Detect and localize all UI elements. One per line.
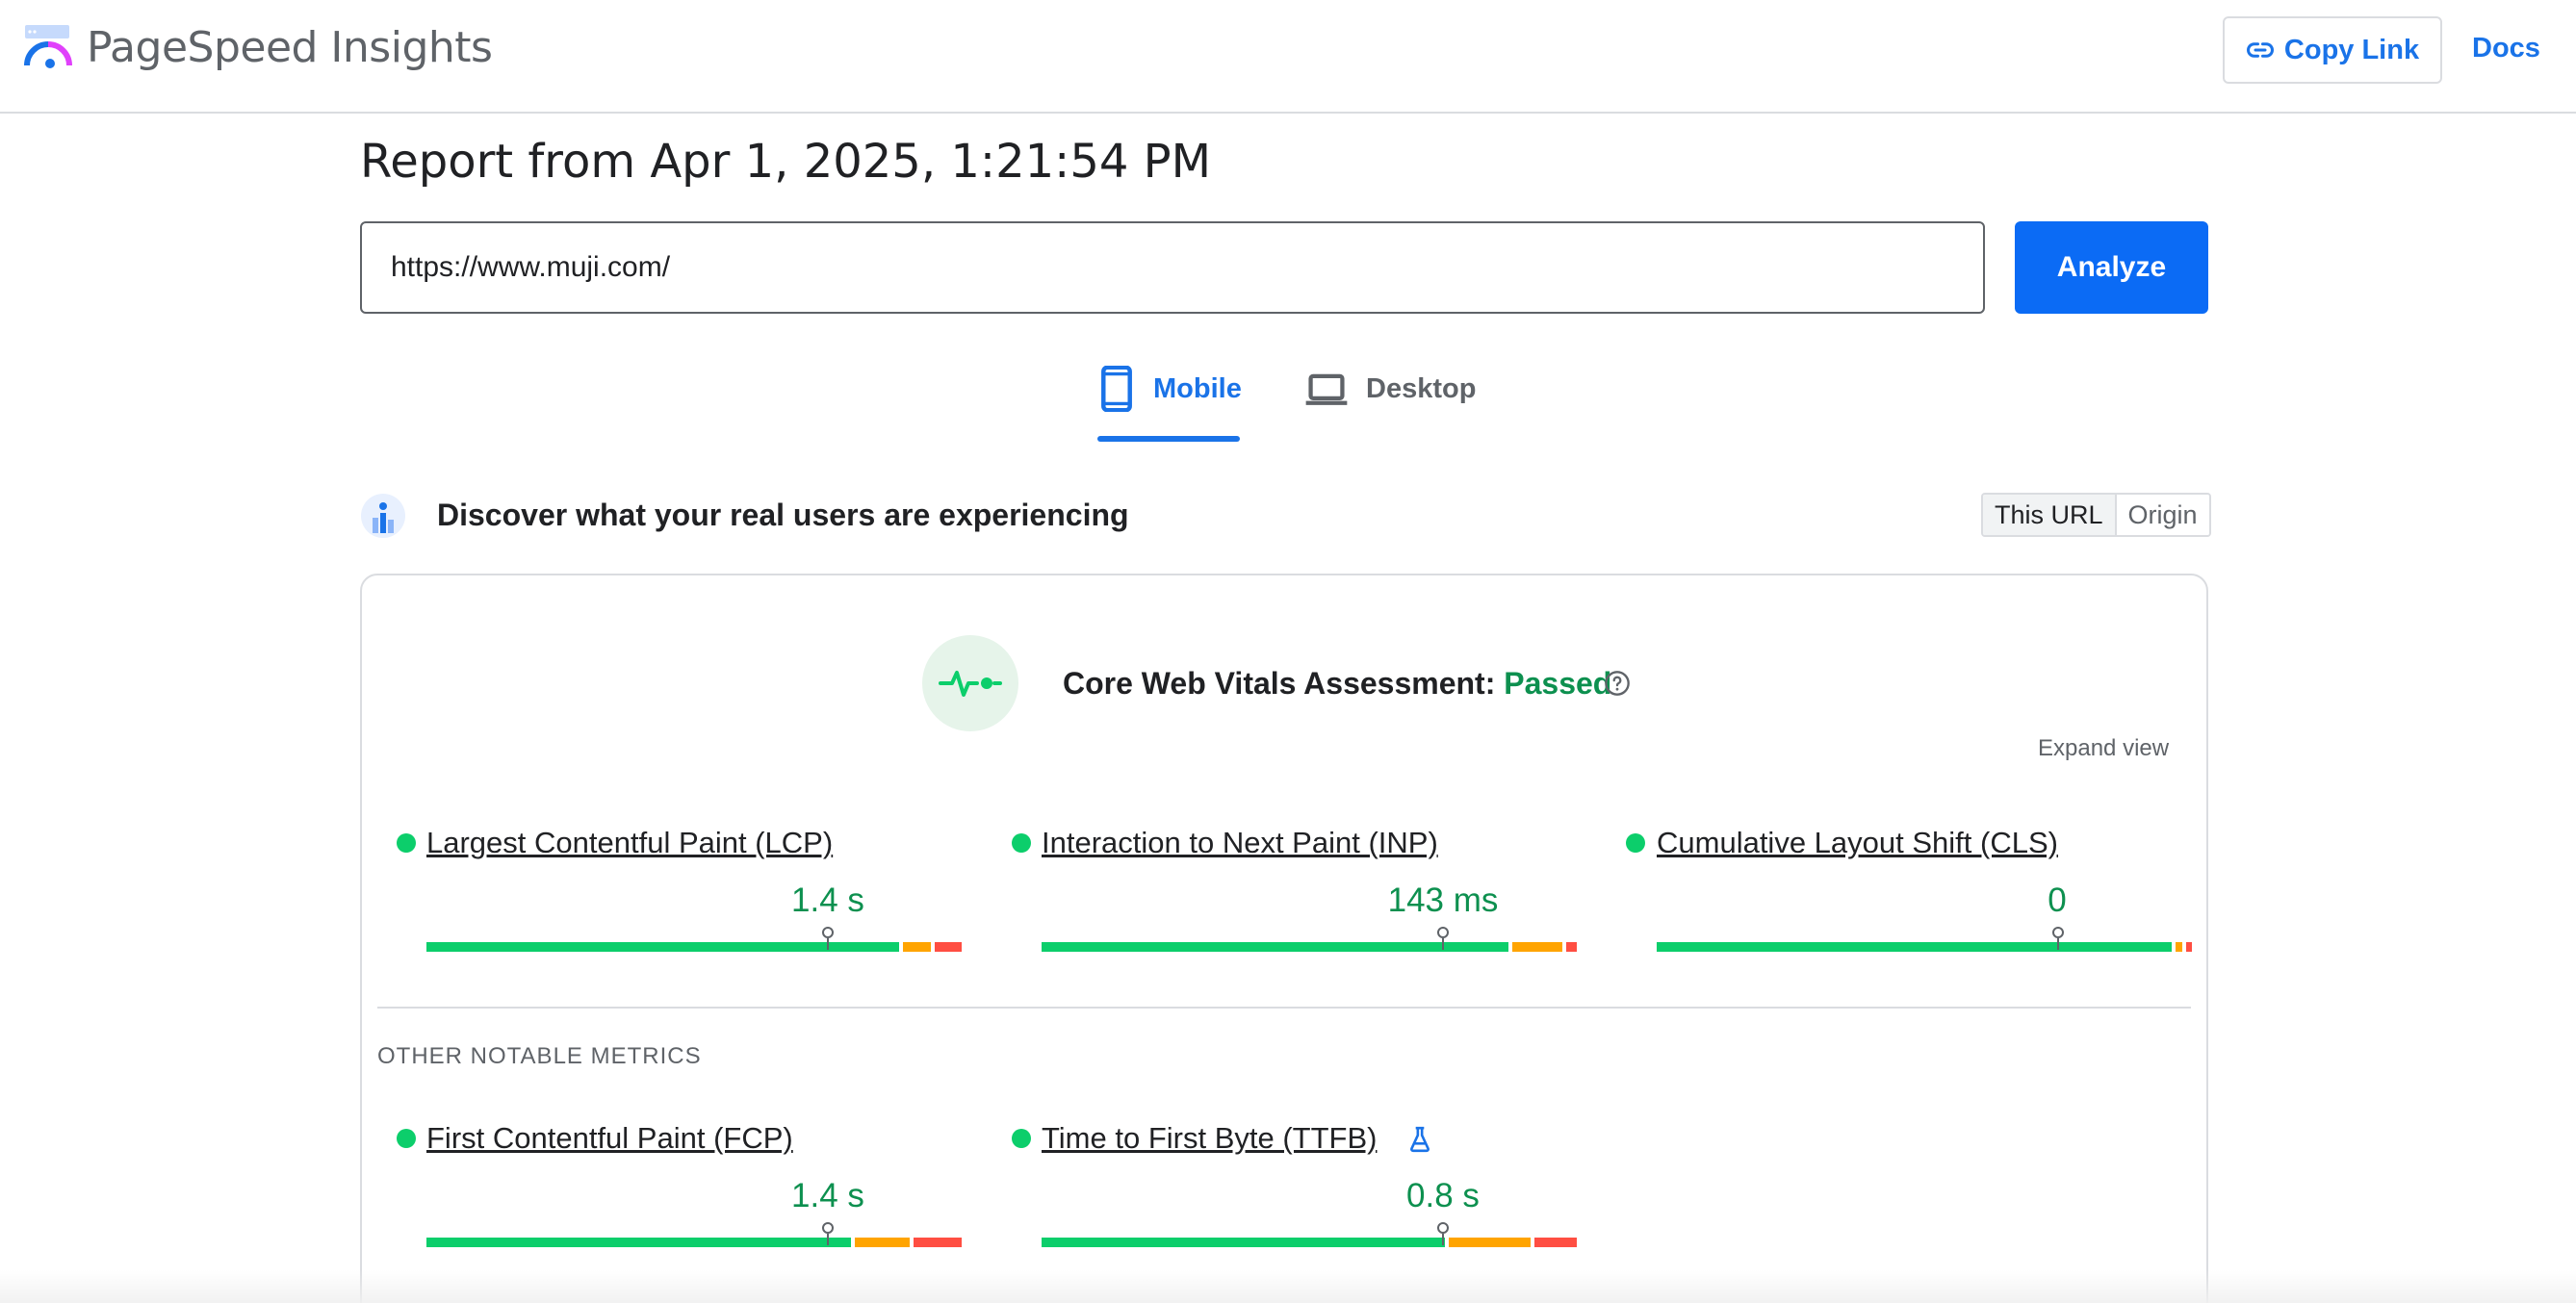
docs-link[interactable]: Docs	[2472, 33, 2540, 64]
cwv-badge	[922, 635, 1018, 731]
help-icon[interactable]	[1604, 670, 1631, 697]
status-dot-good	[1626, 833, 1645, 853]
bottom-fade	[0, 1270, 2576, 1303]
distribution-bar-inp	[1042, 927, 1577, 952]
metric-value-ttfb: 0.8 s	[1406, 1177, 1480, 1214]
metric-value-lcp: 1.4 s	[791, 881, 864, 919]
bar-segment-poor	[1533, 1238, 1577, 1247]
bar-segment-poor	[1565, 942, 1577, 952]
users-chart-icon	[361, 494, 405, 538]
bar-segment-good	[1657, 942, 2173, 952]
cwv-label: Core Web Vitals Assessment:	[1063, 666, 1496, 701]
bar-segment-ni	[1448, 1238, 1531, 1247]
toggle-this-url[interactable]: This URL	[1983, 495, 2117, 535]
section-divider	[377, 1007, 2191, 1009]
report-title: Report from Apr 1, 2025, 1:21:54 PM	[360, 135, 1212, 189]
bar-segment-ni	[902, 942, 932, 952]
active-tab-indicator	[1097, 436, 1240, 442]
toggle-origin[interactable]: Origin	[2116, 495, 2209, 535]
brand-title: PageSpeed Insights	[87, 23, 493, 72]
expand-view-button[interactable]: Expand view	[2038, 735, 2169, 762]
p75-marker	[822, 927, 834, 950]
status-dot-good	[397, 1129, 416, 1148]
pagespeed-logo-icon	[24, 25, 72, 68]
cwv-status: Passed	[1504, 666, 1612, 701]
copy-link-button[interactable]: Copy Link	[2223, 16, 2442, 84]
other-metrics-heading: OTHER NOTABLE METRICS	[377, 1043, 702, 1069]
distribution-bar-ttfb	[1042, 1222, 1577, 1247]
tab-desktop-label: Desktop	[1366, 373, 1477, 404]
status-dot-good	[1012, 833, 1031, 853]
pulse-icon	[939, 671, 1002, 697]
status-dot-good	[1012, 1129, 1031, 1148]
p75-marker	[2052, 927, 2064, 950]
metric-name-cls[interactable]: Cumulative Layout Shift (CLS)	[1657, 826, 2058, 860]
metric-name-fcp[interactable]: First Contentful Paint (FCP)	[426, 1121, 793, 1156]
tab-mobile[interactable]: Mobile	[1097, 366, 1242, 445]
url-input[interactable]	[360, 221, 1985, 314]
tab-mobile-label: Mobile	[1153, 373, 1242, 404]
metric-name-lcp[interactable]: Largest Contentful Paint (LCP)	[426, 826, 833, 860]
bar-segment-poor	[935, 942, 962, 952]
bar-segment-ni	[854, 1238, 910, 1247]
metric-name-inp[interactable]: Interaction to Next Paint (INP)	[1042, 826, 1438, 860]
p75-marker	[1437, 927, 1449, 950]
bar-segment-poor	[913, 1238, 962, 1247]
bar-segment-poor	[2186, 942, 2192, 952]
metric-value-fcp: 1.4 s	[791, 1177, 864, 1214]
status-dot-good	[397, 833, 416, 853]
bar-segment-ni	[1512, 942, 1562, 952]
tab-desktop[interactable]: Desktop	[1304, 366, 1476, 445]
metric-value-inp: 143 ms	[1387, 881, 1499, 919]
url-origin-toggle: This URL Origin	[1981, 493, 2211, 537]
experimental-flask-icon[interactable]	[1407, 1126, 1432, 1153]
laptop-icon	[1305, 373, 1348, 405]
bar-segment-ni	[2176, 942, 2183, 952]
bar-segment-good	[426, 1238, 851, 1247]
smartphone-icon	[1101, 366, 1132, 412]
cwv-assessment: Core Web Vitals Assessment: Passed	[1063, 666, 1611, 702]
analyze-button[interactable]: Analyze	[2015, 221, 2208, 314]
distribution-bar-fcp	[426, 1222, 962, 1247]
p75-marker	[1437, 1222, 1449, 1245]
distribution-bar-cls	[1657, 927, 2192, 952]
copy-link-label: Copy Link	[2283, 34, 2420, 65]
field-data-heading: Discover what your real users are experi…	[437, 498, 1129, 532]
p75-marker	[822, 1222, 834, 1245]
link-icon	[2246, 42, 2274, 58]
bar-segment-good	[1042, 1238, 1445, 1247]
distribution-bar-lcp	[426, 927, 962, 952]
metric-value-cls: 0	[2048, 881, 2067, 919]
metric-name-ttfb[interactable]: Time to First Byte (TTFB)	[1042, 1121, 1377, 1156]
top-app-bar: PageSpeed Insights Copy Link Docs	[0, 0, 2576, 114]
